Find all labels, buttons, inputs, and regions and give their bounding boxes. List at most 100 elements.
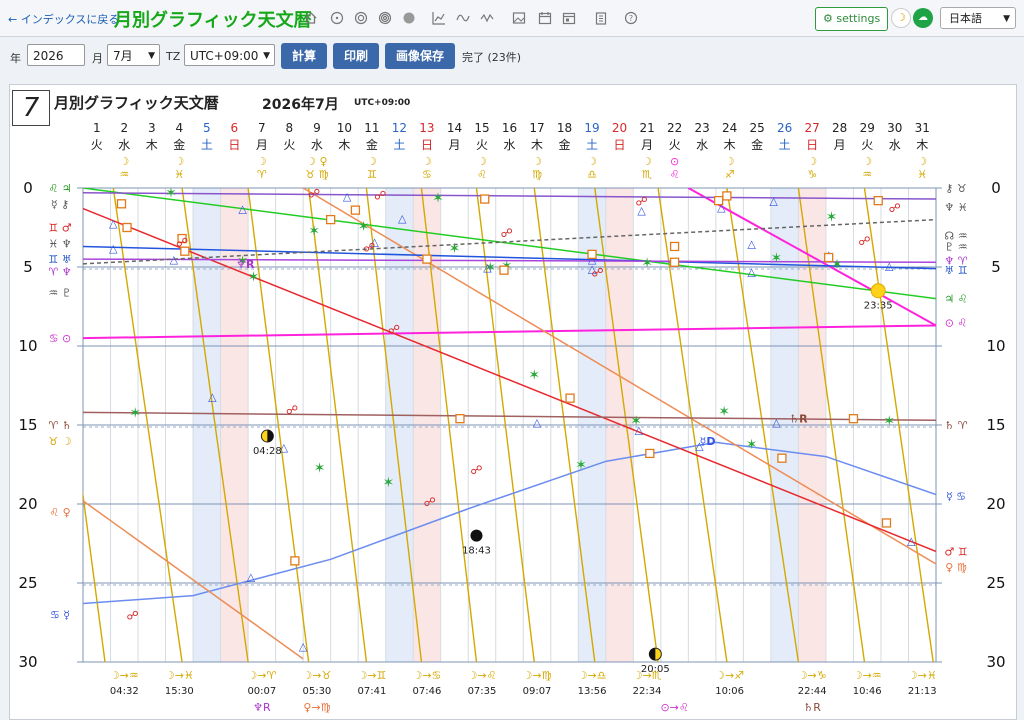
moon-ingress-label: ☽→♓ — [908, 669, 937, 682]
ingress-top-sign: ♒ — [119, 168, 129, 181]
aspect-triangle-icon: △ — [170, 253, 179, 266]
day-number: 22 — [667, 121, 682, 135]
aspect-square-icon — [325, 214, 336, 225]
ingress-top-sign: ♈ — [257, 168, 267, 181]
aspect-square-icon — [722, 191, 732, 201]
right-planet-label: ♂ ♊ — [944, 545, 967, 558]
right-planet-label: ☿ ♋ — [946, 490, 966, 503]
weekday-label: 土 — [586, 138, 598, 152]
day-number: 11 — [364, 121, 379, 135]
y-tick-left: 10 — [18, 337, 37, 355]
new-moon-icon — [470, 529, 483, 542]
right-planet-label: ⚷ ♉ — [945, 182, 966, 195]
aspect-triangle-icon: △ — [483, 261, 492, 274]
day-number: 21 — [639, 121, 654, 135]
weekday-label: 土 — [393, 138, 405, 152]
ingress-top-sign: ♍ — [532, 168, 542, 181]
weekday-label: 日 — [421, 138, 433, 152]
ingress-top-sign: ♓ — [174, 168, 184, 181]
ingress-top-sign: ♒ — [862, 168, 872, 181]
aspect-square-icon — [290, 556, 300, 566]
ingress-top-symbol: ☽ ♀ — [306, 155, 327, 168]
weekday-label: 木 — [724, 138, 736, 152]
left-planet-label: ♓ ♆ — [48, 237, 71, 250]
ingress-top-symbol: ☽ — [477, 155, 487, 168]
aspect-star-icon: ✶ — [826, 209, 838, 225]
aspect-star-icon: ✶ — [746, 437, 758, 453]
moon-shadow — [649, 648, 656, 661]
full-moon-icon — [870, 283, 886, 299]
day-number: 16 — [502, 121, 517, 135]
aspect-triangle-icon: △ — [109, 217, 118, 230]
day-number: 3 — [148, 121, 156, 135]
day-number: 31 — [915, 121, 930, 135]
y-tick-left: 20 — [18, 495, 37, 513]
day-number: 12 — [392, 121, 407, 135]
aspect-square-icon — [873, 195, 883, 206]
moon-ingress-label: ☽→♓ — [165, 669, 194, 682]
aspect-triangle-icon: △ — [247, 571, 256, 584]
aspect-opposition-icon: ☍ — [501, 226, 513, 240]
ingress-top-sign: ♎ — [587, 168, 597, 181]
left-planet-label: ♈ ♄ — [48, 419, 71, 432]
aspect-square-icon — [881, 518, 892, 528]
aspect-star-icon: ✶ — [432, 190, 444, 206]
moon-shadow — [267, 430, 274, 443]
ingress-top-sign: ♋ — [422, 168, 432, 181]
lunar-phase-time: 23:35 — [864, 301, 893, 312]
aspect-square-icon — [565, 393, 575, 403]
aspect-triangle-icon: △ — [109, 242, 118, 255]
y-tick-left: 15 — [18, 416, 37, 434]
aspect-opposition-icon: ☍ — [176, 236, 188, 250]
moon-ingress-time: 10:06 — [715, 686, 744, 697]
event-label-bottom: ⊙→♌ — [660, 701, 688, 714]
aspect-star-icon: ✶ — [165, 186, 177, 202]
ingress-top-symbol: ☽ — [119, 155, 129, 168]
aspect-triangle-icon: △ — [343, 190, 352, 203]
aspect-opposition-icon: ☍ — [889, 201, 901, 215]
weekday-label: 日 — [614, 138, 626, 152]
day-number: 26 — [777, 121, 792, 135]
aspect-triangle-icon: △ — [885, 259, 894, 272]
left-planet-label: ♌ ♀ — [49, 506, 70, 519]
y-tick-right: 25 — [986, 574, 1005, 592]
aspect-opposition-icon: ☍ — [591, 266, 603, 280]
day-number: 19 — [584, 121, 599, 135]
ingress-top-sign: ♊ — [367, 168, 377, 181]
moon-ingress-time: 22:44 — [798, 686, 827, 697]
aspect-square-icon — [645, 448, 655, 459]
y-tick-left: 5 — [23, 258, 33, 276]
y-tick-left: 0 — [23, 179, 33, 197]
aspect-triangle-icon: △ — [747, 266, 756, 279]
aspect-star-icon: ✶ — [358, 219, 370, 235]
weekday-label: 土 — [201, 138, 213, 152]
moon-ingress-time: 22:34 — [633, 686, 662, 697]
aspect-square-icon — [713, 195, 724, 206]
station-label: ☿D — [700, 435, 716, 448]
lunar-phase-time: 18:43 — [462, 546, 491, 557]
ingress-top-symbol: ☽ — [642, 155, 652, 168]
aspect-opposition-icon: ☍ — [858, 234, 870, 248]
day-number: 29 — [860, 121, 875, 135]
moon-ingress-label: ☽→♈ — [247, 669, 276, 682]
aspect-star-icon: ✶ — [449, 241, 461, 257]
aspect-triangle-icon: △ — [238, 203, 247, 216]
aspect-triangle-icon: △ — [533, 416, 542, 429]
day-number: 23 — [694, 121, 709, 135]
weekday-label: 水 — [311, 138, 323, 152]
ingress-top-sign: ♌ — [477, 168, 487, 181]
weekday-label: 月 — [834, 138, 846, 152]
y-tick-left: 30 — [18, 653, 37, 671]
ingress-top-symbol: ☽ — [532, 155, 542, 168]
aspect-square-icon — [122, 222, 132, 233]
weekday-label: 木 — [916, 138, 928, 152]
left-planet-label: ♒ ♇ — [48, 286, 71, 299]
day-number: 27 — [805, 121, 820, 135]
aspect-opposition-icon: ☍ — [388, 323, 400, 337]
aspect-star-icon: ✶ — [718, 404, 730, 420]
weekday-label: 水 — [118, 138, 130, 152]
ingress-top-symbol: ⊙ — [670, 155, 679, 168]
aspect-triangle-icon: △ — [772, 416, 781, 429]
event-label-bottom: ♀→♍ — [303, 701, 330, 714]
aspect-square-icon — [350, 205, 361, 215]
